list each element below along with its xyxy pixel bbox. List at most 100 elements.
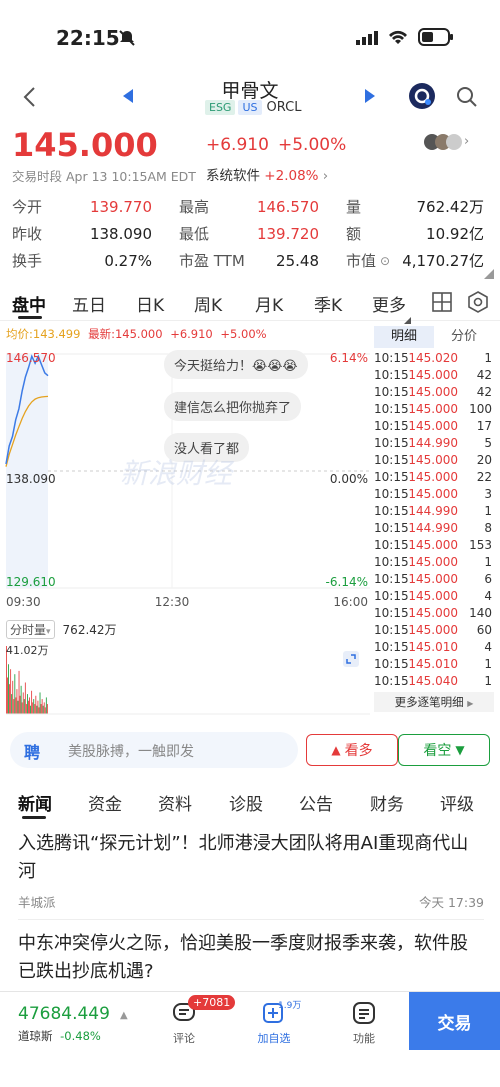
stat-label: 最低 [179,225,210,243]
tab-detail[interactable]: 明细 [374,326,434,348]
caret-up-icon[interactable]: ▲ [120,1010,128,1021]
tab-quarterly-k[interactable]: 季K [314,291,342,316]
watchlist-count: 1.9万 [278,1001,302,1011]
tick-price: 145.010 [408,657,458,671]
last-price: 145.000 [12,126,158,164]
volume-bar [46,704,48,714]
tick-time: 10:15 [374,521,409,535]
tab-profile[interactable]: 资料 [158,790,192,815]
tab-ratings[interactable]: 评级 [440,790,474,815]
volume-bar [31,690,33,714]
tick-volume: 42 [476,368,492,382]
volume-bar [27,694,28,714]
comment-bubble[interactable]: 今天挺给力！😭😭😭 [164,350,308,379]
tick-volume: 3 [484,487,492,501]
volume-bar [30,705,31,714]
latest-pct: +5.00% [220,327,267,341]
sector-link[interactable]: 系统软件 +2.08% › [206,164,328,184]
more-ticks-label: 更多逐笔明细 [394,695,464,709]
tick-time: 10:15 [374,419,409,433]
volume-bar [41,699,43,714]
tick-price: 145.000 [408,538,458,552]
stat-value: 138.090 [89,224,152,243]
tab-five-day[interactable]: 五日 [72,291,106,316]
axis-tick-label: 0.00% [330,472,368,486]
tab-weekly-k[interactable]: 周K [194,291,222,316]
tick-time: 10:15 [374,504,409,518]
fullscreen-icon[interactable] [342,650,360,672]
tab-announcements[interactable]: 公告 [299,790,333,815]
volume-bar [10,669,12,714]
volume-bar [19,695,21,714]
latest-price: 最新:145.000 [88,327,163,341]
stat-label: 额 [346,225,362,243]
news-item[interactable]: 中东冲突停火之际，恰迎美股一季度财报季来袭，软件股已跌出抄底机遇? [18,930,484,990]
comment-bubble[interactable]: 建信怎么把你抛弃了 [164,392,302,421]
volume-bar [11,694,13,714]
tick-volume: 1 [484,555,492,569]
tick-price: 145.040 [408,674,458,688]
tab-news[interactable]: 新闻 [18,790,52,815]
tab-monthly-k[interactable]: 月K [255,291,283,316]
follower-avatars[interactable]: › [424,134,469,150]
tick-row: 10:15 145.000 22 [374,470,492,487]
chart-settings-icon[interactable] [467,291,489,317]
trade-label: 交易 [437,1013,472,1034]
volume-total: 762.42万 [62,623,117,637]
stat-label: 昨收 [12,225,43,243]
news-item[interactable]: 入选腾讯“探元计划”！北师港浸大团队将用AI重现商代山河 羊城派 今天 17:3… [18,830,484,920]
tab-funds[interactable]: 资金 [88,790,122,815]
functions-label: 功能 [353,1032,375,1045]
volume-label: 分时量 [10,623,47,637]
trade-button[interactable]: 交易 [409,992,500,1050]
bull-button[interactable]: ▲ 看多 [306,734,398,766]
layout-grid-icon[interactable] [432,292,452,316]
tick-row: 10:15 145.020 1 [374,351,492,368]
tab-price-dist[interactable]: 分价 [434,326,494,348]
tab-daily-k[interactable]: 日K [136,291,164,316]
tick-row: 10:15 145.010 4 [374,640,492,657]
avatar [446,134,462,150]
tab-financials[interactable]: 财务 [370,790,404,815]
battery-icon [418,28,454,50]
expand-corner-icon[interactable] [484,264,494,283]
more-ticks-button[interactable]: 更多逐笔明细 ▶ [374,692,494,712]
tick-volume: 153 [469,538,492,552]
tick-volume: 4 [484,640,492,654]
tab-diagnosis[interactable]: 诊股 [229,790,263,815]
tab-more[interactable]: 更多 [372,291,406,316]
tick-price: 145.000 [408,402,458,416]
index-ticker[interactable]: 47684.449 道琼斯 -0.48% [18,1004,110,1044]
search-icon[interactable] [456,86,478,112]
tick-price: 145.000 [408,470,458,484]
tick-price: 145.000 [408,555,458,569]
tab-intraday[interactable]: 盘中 [12,291,46,316]
promo-bar[interactable]: 聘 美股脉搏，一触即发 [10,732,298,768]
tick-price: 145.010 [408,640,458,654]
stat-label: 市值 [346,252,377,270]
bear-button[interactable]: 看空 ▼ [398,734,490,766]
more-dots-icon[interactable]: ⊙ [380,254,400,268]
comment-label: 评论 [173,1032,195,1045]
tick-time: 10:15 [374,572,409,586]
volume-bar [44,707,46,714]
tick-list[interactable]: 10:15 145.020 1 10:15 145.000 42 10:15 145.000 4… [374,351,494,691]
volume-bar [45,697,47,714]
volume-selector[interactable]: 分时量▾ [6,620,55,639]
volume-bar [22,692,24,714]
ai-assistant-icon[interactable] [408,82,436,114]
volume-bar [39,692,41,714]
tick-time: 10:15 [374,487,409,501]
axis-tick-label: 12:30 [155,595,190,609]
esg-badge: ESG [205,100,236,115]
promo-text: 美股脉搏，一触即发 [68,744,194,760]
volume-bar [37,700,39,714]
stat-label: 换手 [12,252,43,270]
functions-button[interactable]: 功能 [346,1002,382,1046]
volume-bar [23,699,25,714]
comment-count-badge: +7081 [188,995,236,1010]
tick-price: 144.990 [408,521,458,535]
tick-price: 145.000 [408,368,458,382]
ticker: ORCL [266,100,302,115]
index-name: 道琼斯 [18,1029,53,1043]
